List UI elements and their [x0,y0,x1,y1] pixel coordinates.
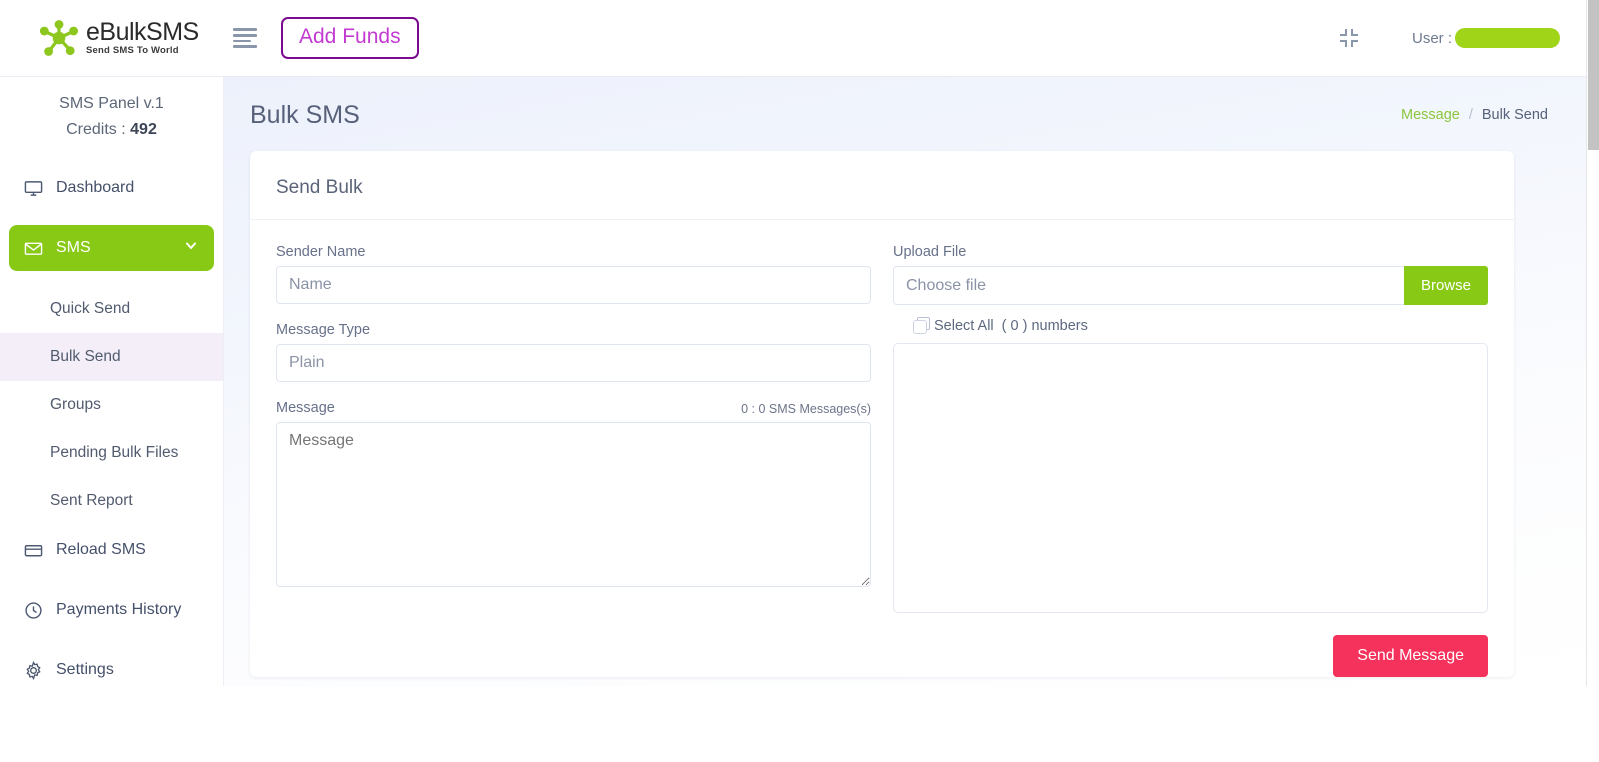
sidebar-item-label: Reload SMS [56,541,146,558]
sender-name-input[interactable] [276,266,871,304]
upload-file-field-group: Upload File Browse [893,244,1488,305]
send-message-button[interactable]: Send Message [1333,635,1488,677]
card-header: Send Bulk [250,151,1514,220]
sidebar-subitem-label: Bulk Send [50,348,121,365]
user-name-redacted [1455,28,1560,48]
sidebar-subitem-groups[interactable]: Groups [0,381,223,429]
sidebar-item-label: Dashboard [56,179,135,196]
sidebar-subitem-label: Sent Report [50,492,133,509]
monitor-icon [22,177,44,199]
upload-file-label: Upload File [893,244,967,260]
message-type-select[interactable] [276,344,871,382]
select-all-label: Select All [934,317,994,334]
sidebar-subitem-sent-report[interactable]: Sent Report [0,477,223,525]
choose-file-input[interactable] [893,266,1404,305]
breadcrumb-separator: / [1468,107,1473,123]
sidebar-subitem-label: Groups [50,396,101,413]
card-body: Sender Name Message Type Message 0 : 0 S… [250,220,1514,677]
brand-logo[interactable]: eBulkSMS Send SMS To World [0,0,224,77]
sidebar-item-label: SMS [56,239,91,256]
sidebar-item-label: Settings [56,661,114,678]
hamburger-icon[interactable] [233,25,259,51]
sidebar-credits: Credits : 492 [0,121,223,139]
sidebar-item-reload-sms[interactable]: Reload SMS [0,527,223,573]
credits-label: Credits : [66,121,126,138]
message-label: Message [276,400,335,416]
credits-value: 492 [130,121,157,138]
sidebar-subitem-label: Pending Bulk Files [50,444,179,461]
add-funds-button[interactable]: Add Funds [281,16,419,60]
envelope-icon [22,237,44,259]
gear-icon [22,659,44,681]
send-bulk-card: Send Bulk Sender Name Message Type [250,151,1514,677]
brand-name: eBulkSMS [86,18,199,47]
sidebar-subitem-quick-send[interactable]: Quick Send [0,285,223,333]
message-label-row: Message 0 : 0 SMS Messages(s) [276,400,871,422]
browse-button[interactable]: Browse [1403,266,1488,305]
message-field-group: Message 0 : 0 SMS Messages(s) [276,400,871,592]
page-scrollbar[interactable] [1586,0,1599,686]
sidebar-subitem-pending-bulk-files[interactable]: Pending Bulk Files [0,429,223,477]
breadcrumb-link-message[interactable]: Message [1401,107,1460,123]
form-left-column: Sender Name Message Type Message 0 : 0 S… [276,244,871,677]
top-bar: eBulkSMS Send SMS To World Add Funds Use… [0,0,1586,77]
sidebar: SMS Panel v.1 Credits : 492 Dashboard SM… [0,77,224,686]
sidebar-subitem-label: Quick Send [50,300,131,317]
chevron-down-icon [184,239,198,258]
message-type-label: Message Type [276,322,371,338]
breadcrumb: Message / Bulk Send [1401,107,1548,123]
compress-arrows-icon[interactable] [1338,27,1360,49]
main-content: Bulk SMS Message / Bulk Send Send Bulk S… [224,77,1586,686]
app-window: eBulkSMS Send SMS To World Add Funds Use… [0,0,1599,686]
sidebar-subitem-bulk-send[interactable]: Bulk Send [0,333,223,381]
select-all-checkbox[interactable] [913,317,930,334]
card-title: Send Bulk [276,177,363,198]
brand-tagline: Send SMS To World [86,45,179,57]
user-indicator[interactable]: User : [1412,28,1560,48]
top-bar-right: User : [1338,27,1586,49]
select-all-row[interactable]: Select All ( 0 ) numbers [913,317,1488,334]
user-label: User : [1411,29,1452,47]
sender-name-label: Sender Name [276,244,366,260]
page-scrollbar-thumb[interactable] [1588,0,1599,150]
message-type-field-group: Message Type [276,322,871,382]
sidebar-item-sms[interactable]: SMS [9,225,214,271]
message-textarea[interactable] [276,422,871,587]
sidebar-item-payments-history[interactable]: Payments History [0,587,223,633]
select-all-count: ( 0 ) numbers [1001,317,1088,334]
file-input-row: Browse [893,266,1488,305]
page-title: Bulk SMS [250,100,360,129]
sidebar-item-settings[interactable]: Settings [0,647,223,686]
page-header: Bulk SMS Message / Bulk Send [224,77,1586,139]
form-right-column: Upload File Browse Select All ( 0 ) numb… [893,244,1488,677]
send-button-row: Send Message [893,635,1488,677]
numbers-list-box[interactable] [893,343,1488,613]
sender-name-field-group: Sender Name [276,244,871,304]
breadcrumb-current: Bulk Send [1481,107,1548,123]
clock-icon [22,599,44,621]
sidebar-item-dashboard[interactable]: Dashboard [0,165,223,211]
sidebar-panel-title: SMS Panel v.1 [59,95,164,112]
ebulksms-logo-icon [39,20,78,56]
sms-counter: 0 : 0 SMS Messages(s) [741,402,871,416]
page-bottom-blank [0,686,1599,762]
sidebar-item-label: Payments History [56,601,182,618]
credit-card-icon [22,539,44,561]
